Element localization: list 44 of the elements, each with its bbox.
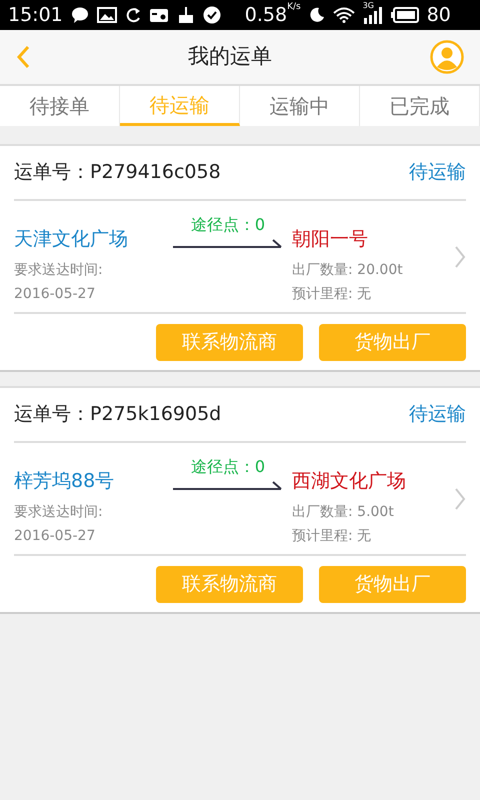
destination-text: 西湖文化广场 bbox=[292, 469, 407, 494]
profile-button[interactable] bbox=[430, 40, 464, 74]
broom-icon bbox=[176, 6, 195, 24]
origin-text: 天津文化广场 bbox=[14, 227, 129, 252]
origin-text: 梓芳坞88号 bbox=[14, 469, 116, 494]
destination-text: 朝阳一号 bbox=[292, 227, 369, 252]
deadline-label: 要求送达时间: bbox=[14, 260, 104, 280]
speed-text: 0.58 bbox=[244, 2, 288, 28]
action-button[interactable]: 货物出厂 bbox=[319, 566, 466, 602]
moon-icon bbox=[308, 7, 325, 23]
tab[interactable]: 待运输 bbox=[120, 86, 240, 126]
back-button[interactable] bbox=[16, 44, 30, 70]
order-number: 运单号：P279416c058 bbox=[14, 160, 221, 186]
card-icon bbox=[148, 7, 169, 23]
battery-icon bbox=[390, 7, 419, 23]
distance-text: 预计里程: 无 bbox=[292, 526, 372, 546]
sync-icon bbox=[124, 6, 141, 24]
page-title: 我的运单 bbox=[188, 43, 272, 70]
action-button[interactable]: 货物出厂 bbox=[319, 324, 466, 360]
check-circle-icon bbox=[202, 6, 221, 24]
quantity-text: 出厂数量: 5.00t bbox=[292, 502, 395, 522]
deadline-date: 2016-05-27 bbox=[14, 526, 96, 546]
network-text: 3G bbox=[362, 2, 374, 10]
image-icon bbox=[96, 7, 117, 23]
user-icon bbox=[430, 40, 464, 74]
order-number: 运单号：P275k16905d bbox=[14, 402, 222, 428]
quantity-text: 出厂数量: 20.00t bbox=[292, 260, 404, 280]
speed-unit-text: K/s bbox=[287, 0, 301, 14]
status-text: 待运输 bbox=[409, 402, 466, 428]
chat-icon bbox=[70, 7, 89, 23]
chevron-right-icon[interactable] bbox=[454, 486, 466, 510]
wifi-icon bbox=[332, 7, 355, 23]
back-icon bbox=[16, 45, 30, 70]
action-button[interactable]: 联系物流商 bbox=[156, 324, 303, 360]
deadline-date: 2016-05-27 bbox=[14, 284, 96, 304]
waypoint-text: 途径点：0 bbox=[190, 214, 266, 236]
distance-text: 预计里程: 无 bbox=[292, 284, 372, 304]
battery-text: 80 bbox=[426, 2, 451, 28]
chevron-right-icon[interactable] bbox=[454, 244, 466, 268]
deadline-label: 要求送达时间: bbox=[14, 502, 104, 522]
status-text: 待运输 bbox=[409, 160, 466, 186]
action-button[interactable]: 联系物流商 bbox=[156, 566, 303, 602]
time-text: 15:01 bbox=[8, 2, 63, 28]
waypoint-text: 途径点：0 bbox=[190, 456, 266, 478]
